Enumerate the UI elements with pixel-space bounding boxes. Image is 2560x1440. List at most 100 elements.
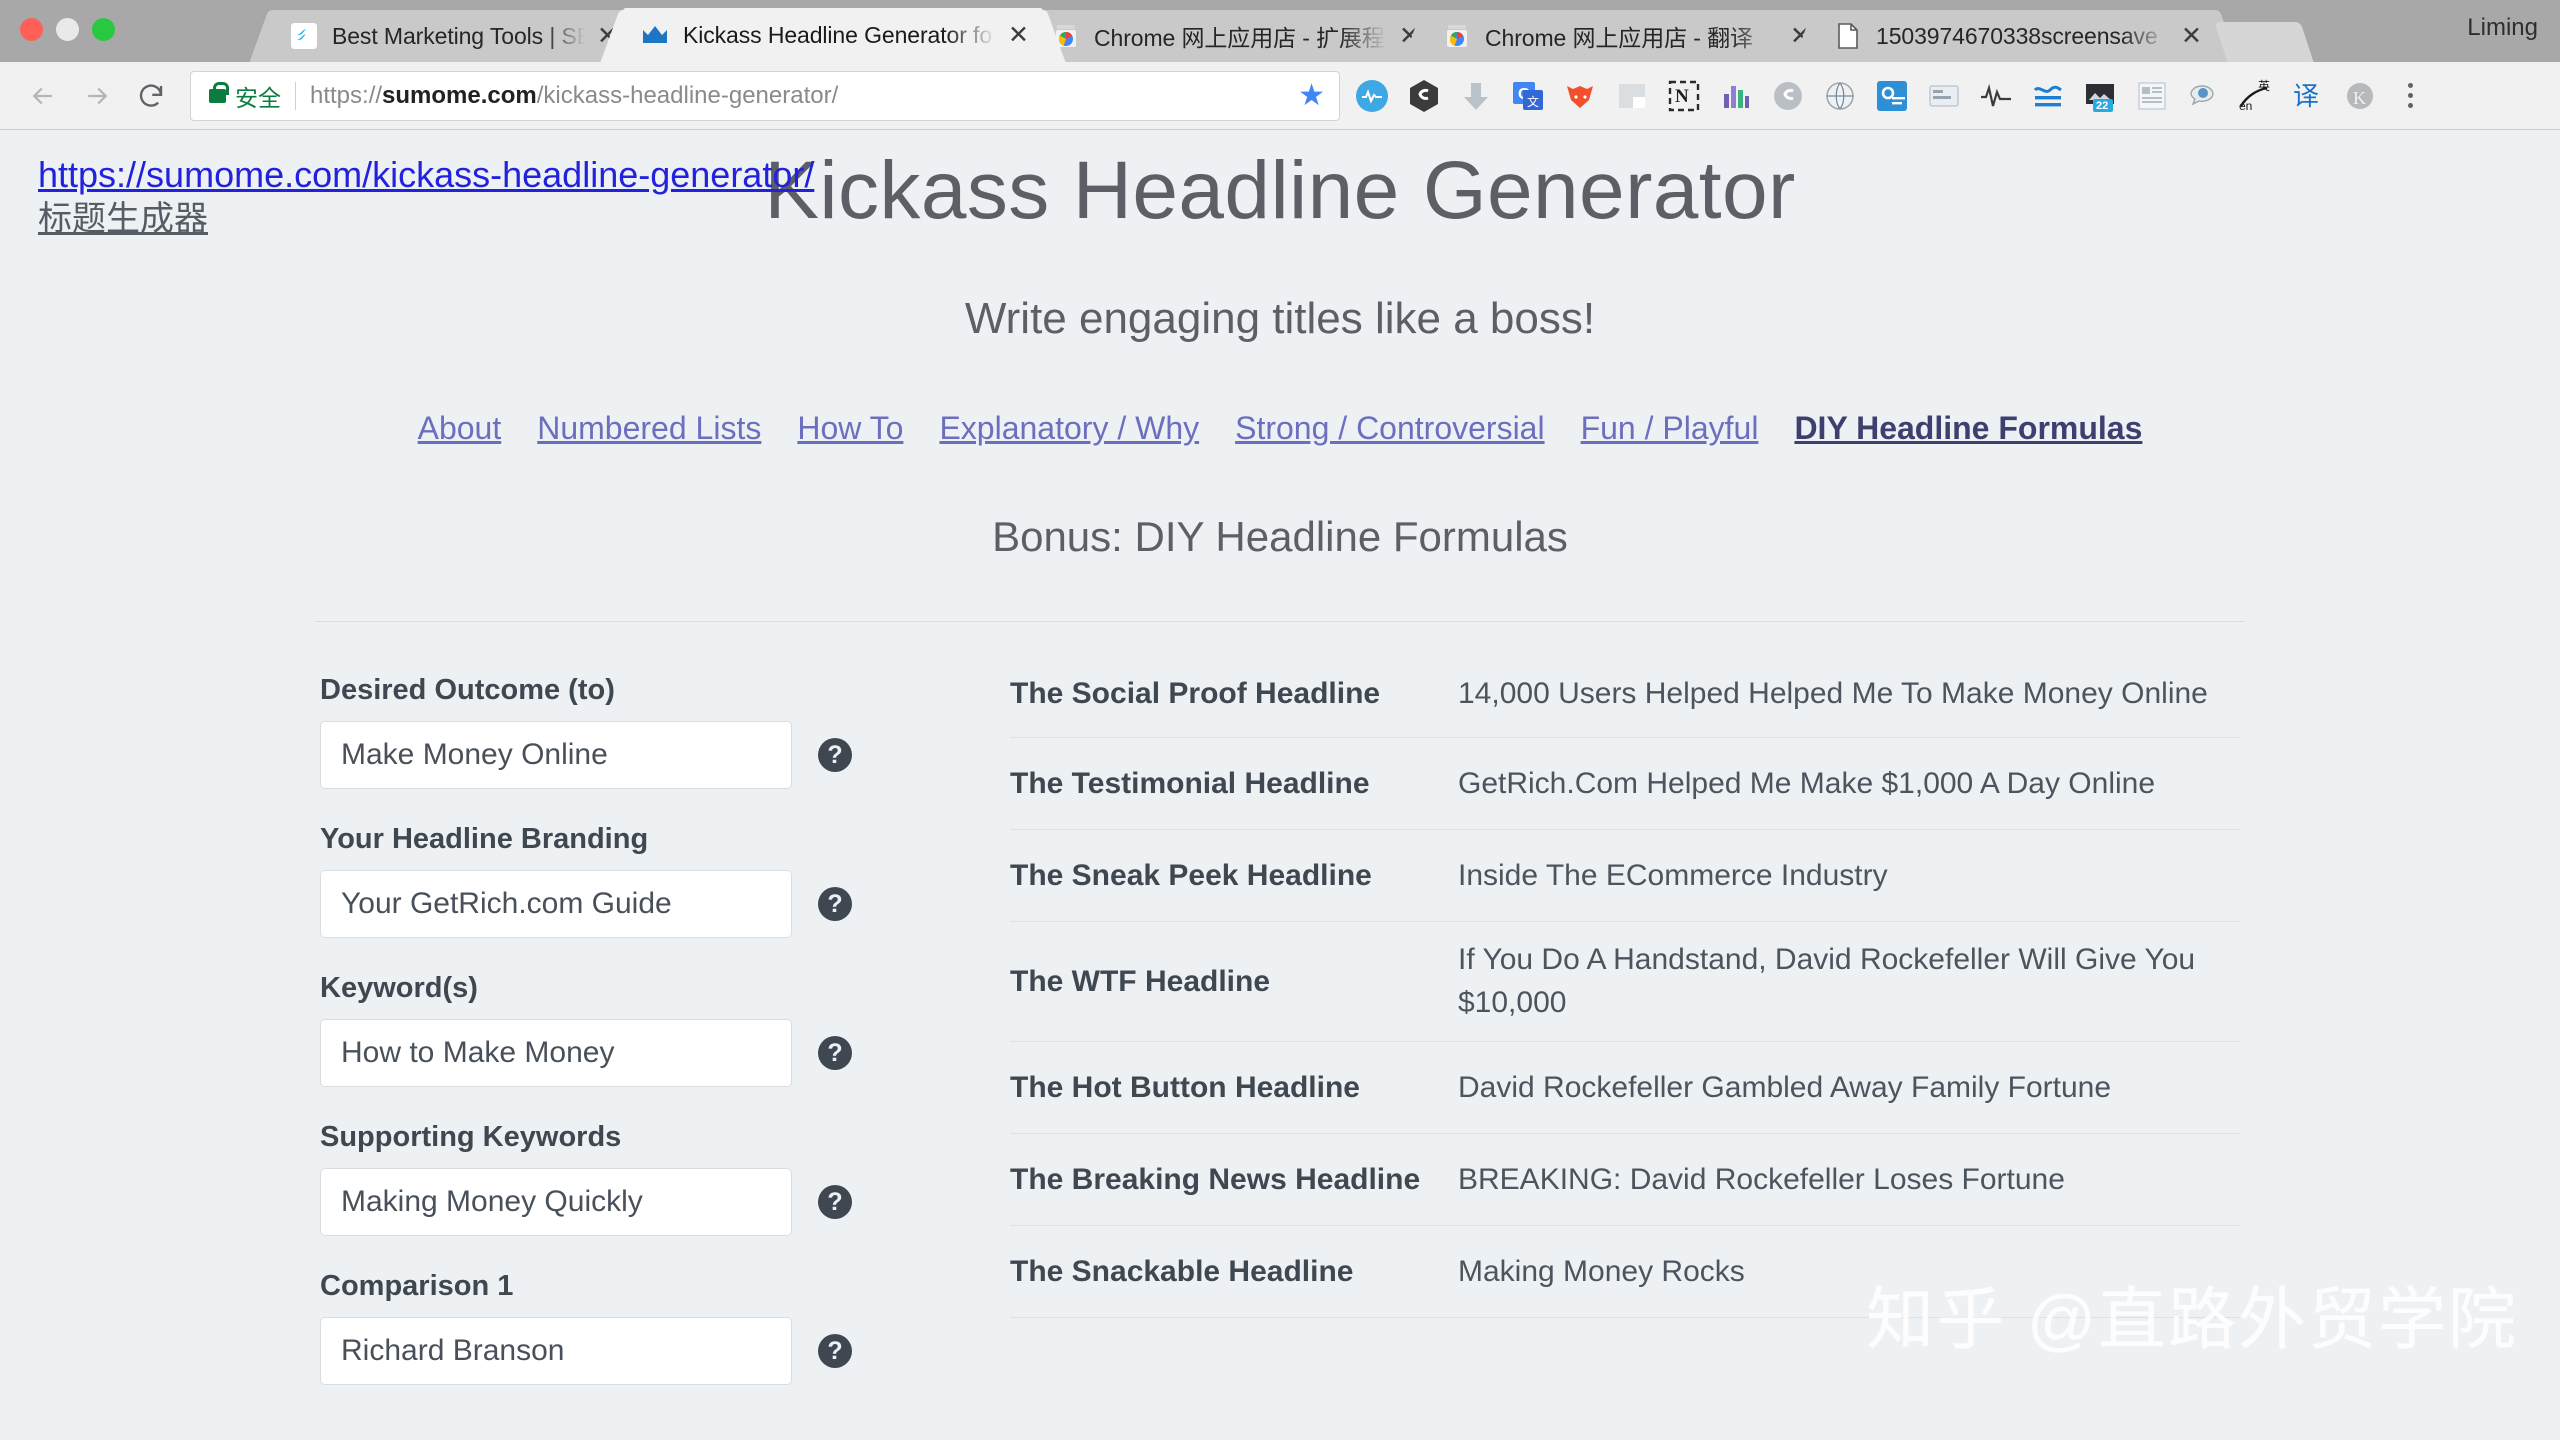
supporting-keywords-input[interactable]: Making Money Quickly bbox=[320, 1168, 792, 1237]
formula-example: David Rockefeller Gambled Away Family Fo… bbox=[1458, 1070, 2112, 1104]
help-icon[interactable]: ? bbox=[818, 1036, 852, 1071]
form-field-desired-outcome: Desired Outcome (to) Make Money Online ? bbox=[320, 674, 980, 790]
minimize-window-button[interactable] bbox=[56, 18, 79, 41]
new-tab-button[interactable] bbox=[2214, 22, 2314, 62]
formula-example: Inside The ECommerce Industry bbox=[1458, 859, 1888, 893]
table-row: The WTF Headline If You Do A Handstand, … bbox=[1010, 922, 2240, 1042]
nav-link-how-to[interactable]: How To bbox=[797, 410, 903, 447]
section-heading: Bonus: DIY Headline Formulas bbox=[992, 513, 1568, 561]
formula-example: If You Do A Handstand, David Rockefeller… bbox=[1458, 943, 2196, 1020]
desired-outcome-input[interactable]: Make Money Online bbox=[320, 721, 792, 790]
tab-title: Kickass Headline Generator fo bbox=[683, 21, 993, 48]
fox-extension-icon[interactable] bbox=[1558, 74, 1602, 118]
field-label: Keyword(s) bbox=[320, 972, 478, 1005]
profile-name-label[interactable]: Liming bbox=[2467, 14, 2538, 42]
pulse-extension-icon[interactable] bbox=[1350, 74, 1394, 118]
close-window-button[interactable] bbox=[20, 18, 43, 41]
close-tab-button[interactable]: ✕ bbox=[2181, 22, 2202, 50]
reload-button[interactable] bbox=[124, 69, 178, 123]
image-badge-extension-icon[interactable]: 22 bbox=[2078, 74, 2122, 118]
grey-similarweb-extension-icon[interactable] bbox=[1766, 74, 1810, 118]
formula-name: The Snackable Headline bbox=[1010, 1254, 1354, 1288]
field-row: Your GetRich.com Guide ? bbox=[320, 870, 980, 939]
form-field-comparison-1: Comparison 1 Richard Branson ? bbox=[320, 1270, 980, 1386]
browser-tab-5[interactable]: 1503974670338screensave ✕ bbox=[1816, 10, 2216, 62]
keywords-input[interactable]: How to Make Money bbox=[320, 1019, 792, 1088]
bookmark-star-icon[interactable]: ★ bbox=[1298, 80, 1325, 111]
omnibox-divider bbox=[295, 81, 296, 110]
field-row: Making Money Quickly ? bbox=[320, 1168, 980, 1237]
help-icon[interactable]: ? bbox=[818, 1334, 852, 1369]
help-icon[interactable]: ? bbox=[818, 887, 852, 922]
nav-link-numbered-lists[interactable]: Numbered Lists bbox=[537, 410, 761, 447]
zoom-window-button[interactable] bbox=[92, 18, 115, 41]
square-extension-icon[interactable] bbox=[1610, 74, 1654, 118]
link-tooltip-overlay: https://sumome.com/kickass-headline-gene… bbox=[38, 152, 814, 241]
formula-name: The WTF Headline bbox=[1010, 964, 1271, 998]
formula-example: Making Money Rocks bbox=[1458, 1254, 1745, 1288]
formula-example: 14,000 Users Helped Helped Me To Make Mo… bbox=[1458, 677, 2208, 711]
svg-text:文: 文 bbox=[1527, 94, 1539, 109]
nav-link-strong-controversial[interactable]: Strong / Controversial bbox=[1235, 410, 1544, 447]
evernote-clipper-extension-icon[interactable]: N bbox=[1662, 74, 1706, 118]
help-icon[interactable]: ? bbox=[818, 1185, 852, 1220]
formula-example: GetRich.Com Helped Me Make $1,000 A Day … bbox=[1458, 767, 2156, 801]
page-tagline: Write engaging titles like a boss! bbox=[964, 294, 1596, 344]
extension-toolbar: G文 N 22 en 英 译 K bbox=[1350, 74, 2430, 118]
nav-link-explanatory-why[interactable]: Explanatory / Why bbox=[939, 410, 1199, 447]
google-translate-extension-icon[interactable]: G文 bbox=[1506, 74, 1550, 118]
yi-translate-extension-icon[interactable]: 译 bbox=[2286, 74, 2330, 118]
headline-branding-input[interactable]: Your GetRich.com Guide bbox=[320, 870, 792, 939]
browser-tab-4[interactable]: Chrome 网上应用店 - 翻译 ✕ bbox=[1425, 10, 1825, 62]
formula-builder: Desired Outcome (to) Make Money Online ?… bbox=[0, 646, 2560, 1419]
input-form-column: Desired Outcome (to) Make Money Online ?… bbox=[320, 646, 980, 1419]
file-icon bbox=[1834, 22, 1862, 50]
chrome-store-icon bbox=[1443, 22, 1471, 50]
browser-window: Best Marketing Tools | SEO To ✕ Kickass … bbox=[0, 0, 2560, 1440]
forward-button[interactable] bbox=[70, 69, 124, 123]
back-button[interactable] bbox=[16, 69, 70, 123]
url-text: https://sumome.com/kickass-headline-gene… bbox=[310, 82, 838, 110]
lock-icon bbox=[209, 81, 229, 103]
formula-name: The Hot Button Headline bbox=[1010, 1070, 1360, 1104]
field-label: Supporting Keywords bbox=[320, 1121, 622, 1154]
en-translate-extension-icon[interactable]: en 英 bbox=[2234, 74, 2278, 118]
nav-link-about[interactable]: About bbox=[418, 410, 502, 447]
form-field-supporting-keywords: Supporting Keywords Making Money Quickly… bbox=[320, 1121, 980, 1237]
page-viewport: https://sumome.com/kickass-headline-gene… bbox=[0, 130, 2560, 1439]
blue-card-extension-icon[interactable] bbox=[1922, 74, 1966, 118]
blue-gear-extension-icon[interactable] bbox=[1870, 74, 1914, 118]
field-label: Desired Outcome (to) bbox=[320, 674, 615, 707]
svg-text:译: 译 bbox=[2293, 82, 2319, 112]
field-row: Richard Branson ? bbox=[320, 1317, 980, 1386]
field-label: Your Headline Branding bbox=[320, 823, 649, 856]
nav-link-diy-headline-formulas[interactable]: DIY Headline Formulas bbox=[1794, 410, 2142, 447]
document-extension-icon[interactable] bbox=[2130, 74, 2174, 118]
form-field-keywords: Keyword(s) How to Make Money ? bbox=[320, 972, 980, 1088]
seo-globe-extension-icon[interactable] bbox=[1818, 74, 1862, 118]
svg-text:K: K bbox=[2353, 88, 2366, 108]
download-extension-icon[interactable] bbox=[1454, 74, 1498, 118]
wave-lines-extension-icon[interactable] bbox=[2026, 74, 2070, 118]
browser-tab-2[interactable]: Kickass Headline Generator fo ✕ bbox=[623, 8, 1043, 62]
chrome-menu-button[interactable] bbox=[2390, 74, 2430, 118]
k-profile-extension-icon[interactable]: K bbox=[2338, 74, 2382, 118]
svg-text:en: en bbox=[2239, 99, 2252, 113]
address-bar[interactable]: 安全 https://sumome.com/kickass-headline-g… bbox=[190, 70, 1340, 121]
section-divider bbox=[315, 621, 2245, 623]
formula-name: The Testimonial Headline bbox=[1010, 767, 1370, 801]
crown-icon bbox=[641, 21, 669, 49]
comparison-1-input[interactable]: Richard Branson bbox=[320, 1317, 792, 1386]
table-row: The Testimonial Headline GetRich.Com Hel… bbox=[1010, 738, 2240, 831]
similarweb-extension-icon[interactable] bbox=[1402, 74, 1446, 118]
form-field-headline-branding: Your Headline Branding Your GetRich.com … bbox=[320, 823, 980, 939]
bar-chart-extension-icon[interactable] bbox=[1714, 74, 1758, 118]
waveform-extension-icon[interactable] bbox=[1974, 74, 2018, 118]
close-tab-button[interactable]: ✕ bbox=[1008, 21, 1029, 49]
browser-tab-1[interactable]: Best Marketing Tools | SEO To ✕ bbox=[272, 10, 632, 62]
help-icon[interactable]: ? bbox=[818, 738, 852, 773]
browser-tab-3[interactable]: Chrome 网上应用店 - 扩展程序 ✕ bbox=[1034, 10, 1434, 62]
nav-link-fun-playful[interactable]: Fun / Playful bbox=[1581, 410, 1759, 447]
speech-bubble-extension-icon[interactable] bbox=[2182, 74, 2226, 118]
secure-label: 安全 bbox=[235, 84, 281, 111]
